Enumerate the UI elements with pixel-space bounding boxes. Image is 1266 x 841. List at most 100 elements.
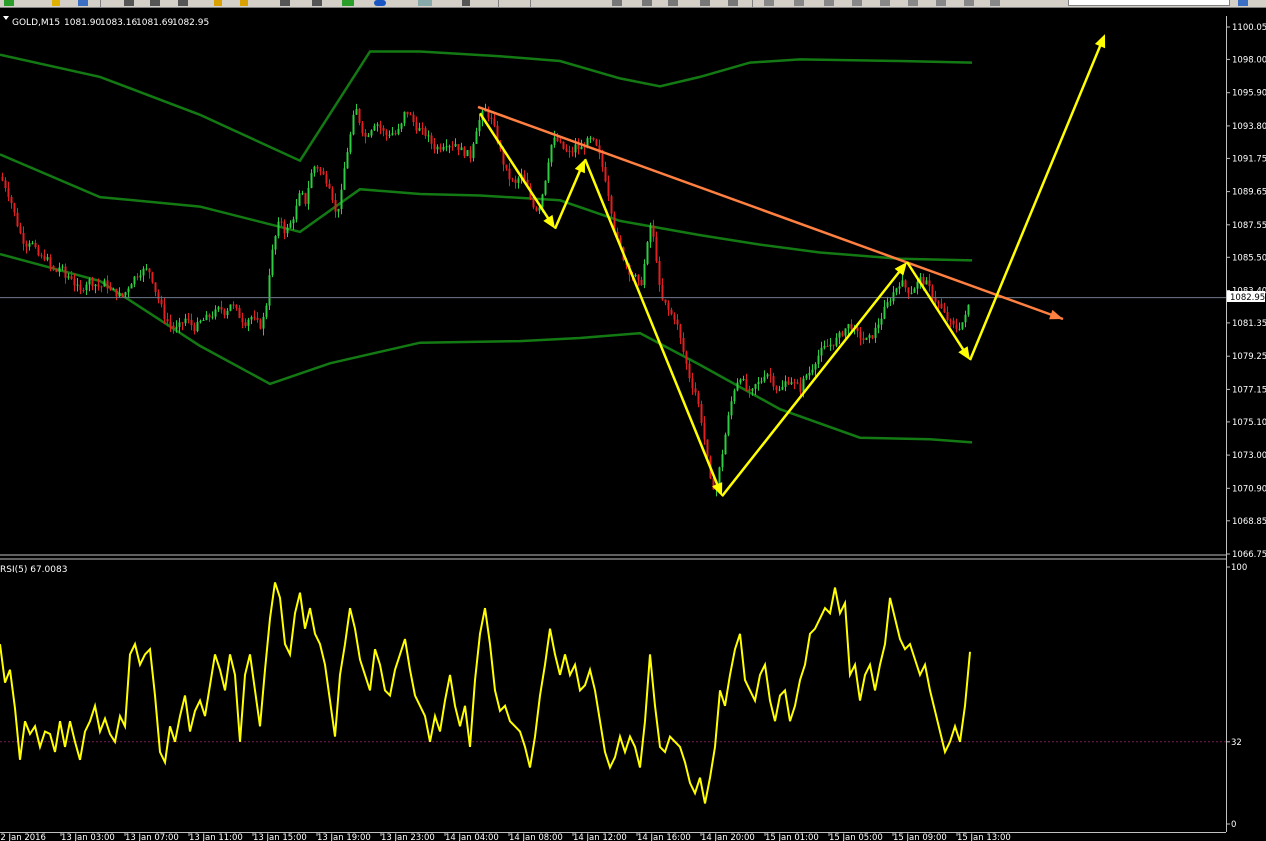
vertical-line-icon[interactable]	[150, 0, 160, 6]
candle-body	[388, 134, 391, 136]
candle-body	[250, 317, 253, 320]
candle-body	[880, 318, 883, 325]
candle-body	[373, 125, 376, 131]
time-tick-label: 13 Jan 07:00	[125, 833, 179, 841]
price-tick-label: 1095.90	[1232, 89, 1266, 99]
chart-candles-icon[interactable]	[908, 0, 918, 6]
period-h4-icon[interactable]	[764, 0, 774, 6]
candle-body	[418, 128, 421, 131]
chart-line-icon[interactable]	[936, 0, 946, 6]
chart-bars-icon[interactable]	[880, 0, 890, 6]
price-tick-label: 1093.80	[1232, 122, 1266, 132]
period-m15-icon[interactable]	[668, 0, 678, 6]
candle-body	[697, 392, 700, 405]
period-h1-icon[interactable]	[728, 0, 738, 6]
horizontal-line-icon[interactable]	[178, 0, 188, 6]
candle-body	[289, 223, 292, 228]
period-m1-icon[interactable]	[612, 0, 622, 6]
candle-body	[649, 225, 652, 243]
candle-body	[907, 287, 910, 294]
candle-body	[100, 286, 103, 288]
candle-body	[892, 292, 895, 302]
candle-body	[859, 331, 862, 339]
candle-body	[229, 304, 232, 311]
chart-area[interactable]: 1100.05 1098.00 1095.90 1093.80 1091.75 1089.…	[0, 8, 1266, 841]
candle-body	[163, 304, 166, 320]
candle-body	[367, 135, 370, 137]
candle-body	[343, 168, 346, 190]
candle-body	[775, 386, 778, 390]
candle-body	[946, 312, 949, 320]
period-mn-icon[interactable]	[852, 0, 862, 6]
fibonacci-icon[interactable]	[312, 0, 322, 6]
candle-body	[835, 337, 838, 346]
candle-body	[319, 168, 322, 172]
candle-body	[28, 243, 31, 247]
period-m30-icon[interactable]	[700, 0, 710, 6]
candle-body	[784, 381, 787, 387]
candle-body	[799, 383, 802, 392]
search-icon[interactable]	[1238, 0, 1248, 6]
add-indicator-icon[interactable]	[342, 0, 354, 6]
candle-body	[85, 284, 88, 291]
candle-body	[634, 274, 637, 277]
candle	[349, 131, 352, 155]
candle-body	[112, 288, 115, 290]
candle-body	[964, 314, 967, 323]
refresh-icon[interactable]	[374, 0, 386, 6]
candle-body	[7, 188, 10, 197]
templates-icon[interactable]	[418, 0, 432, 6]
period-m5-icon[interactable]	[642, 0, 652, 6]
text-tool-icon[interactable]	[240, 0, 248, 6]
candle-body	[355, 109, 358, 115]
candle-body	[904, 280, 907, 288]
period-d1-icon[interactable]	[794, 0, 804, 6]
candle-body	[403, 111, 406, 124]
price-tick-label: 1085.50	[1232, 253, 1266, 263]
candle-body	[490, 117, 493, 119]
candle-body	[331, 188, 334, 201]
price-tick-label: 1066.75	[1232, 550, 1266, 560]
candle-body	[817, 355, 820, 364]
candle-body	[271, 249, 274, 276]
candle-body	[247, 319, 250, 326]
candle-body	[46, 257, 49, 260]
candle-body	[739, 379, 742, 383]
candle-body	[568, 150, 571, 152]
price-tick-label: 1087.55	[1232, 221, 1266, 231]
search-input[interactable]	[1068, 0, 1230, 6]
price-tick-label: 1070.90	[1232, 484, 1266, 494]
zoom-out-icon[interactable]	[990, 0, 1000, 6]
candle-body	[574, 144, 577, 153]
rsi-tick-label: 32	[1231, 738, 1242, 748]
candle-body	[232, 304, 235, 306]
candle-body	[967, 304, 970, 315]
candle-body	[535, 207, 538, 211]
profiles-icon[interactable]	[78, 0, 88, 6]
candle-body	[430, 135, 433, 144]
candle-body	[949, 319, 952, 321]
pencil-icon[interactable]	[214, 0, 222, 6]
candle-body	[451, 146, 454, 148]
favorites-icon[interactable]	[52, 0, 60, 6]
candle-body	[61, 266, 64, 268]
candle-body	[274, 236, 277, 250]
rsi-tick-label: 0	[1231, 820, 1236, 830]
candle-body	[106, 280, 109, 289]
zoom-in-icon[interactable]	[964, 0, 974, 6]
candle-body	[157, 292, 160, 300]
zoom-icon[interactable]	[462, 0, 470, 6]
period-w1-icon[interactable]	[824, 0, 834, 6]
crosshair-icon[interactable]	[124, 0, 134, 6]
candle-body	[19, 226, 22, 233]
candle-body	[226, 310, 229, 315]
new-chart-icon[interactable]	[4, 0, 14, 6]
candle-body	[238, 307, 241, 318]
candle-body	[688, 363, 691, 379]
candle-body	[139, 275, 142, 278]
candle-body	[862, 338, 865, 340]
candle-body	[52, 265, 55, 270]
arrow-tool-icon[interactable]	[280, 0, 290, 6]
candle-body	[202, 320, 205, 321]
candle-body	[886, 302, 889, 307]
